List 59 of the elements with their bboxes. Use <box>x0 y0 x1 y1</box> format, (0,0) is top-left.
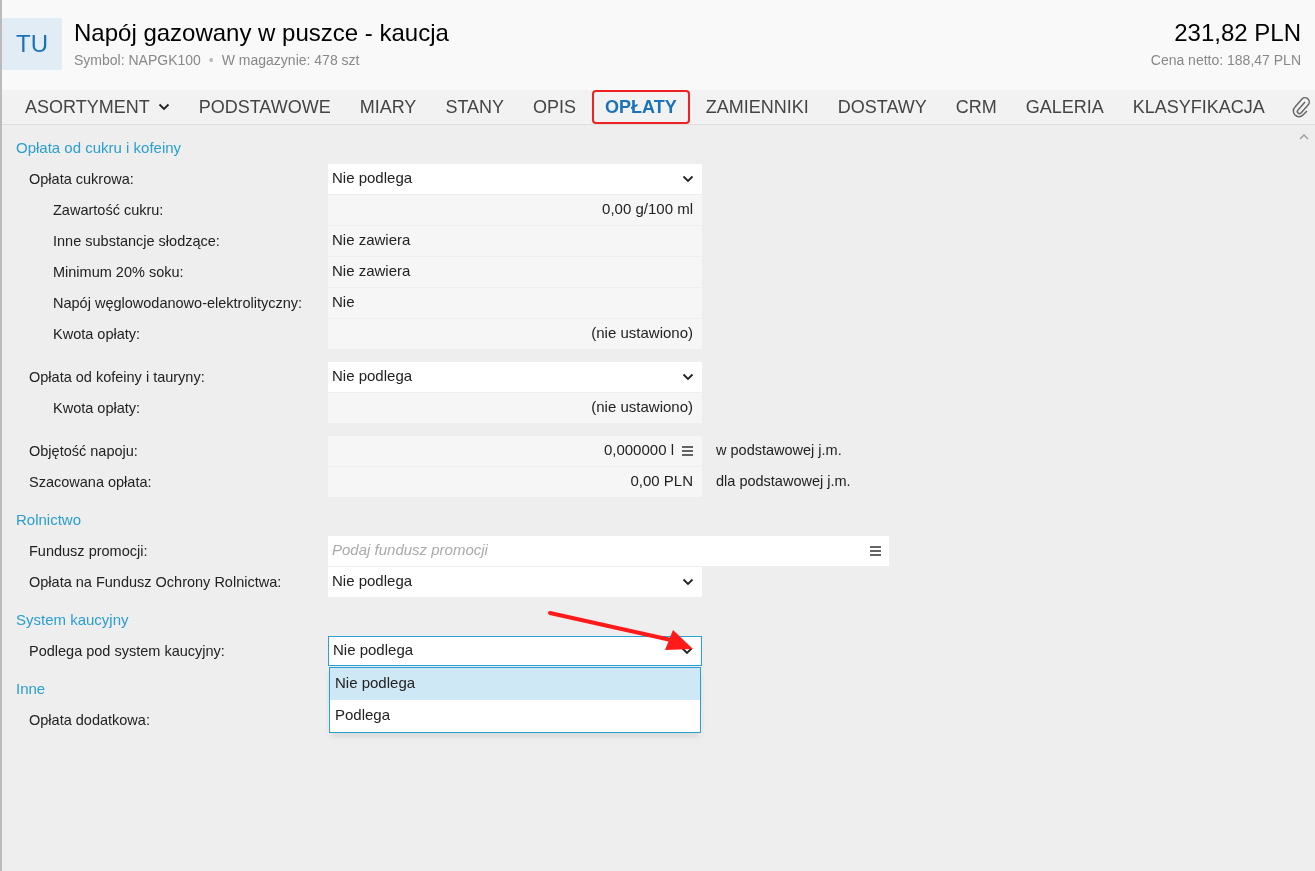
chevron-down-icon <box>681 646 693 655</box>
tab[interactable]: KLASYFIKACJA <box>1119 90 1278 124</box>
field-label: Opłata dodatkowa: <box>29 711 150 728</box>
section-heading: Inne <box>16 678 46 699</box>
stock-count: W magazynie: 478 szt <box>221 51 360 70</box>
avatar-tile: TU <box>2 18 62 70</box>
menu-icon[interactable] <box>682 445 693 456</box>
field-label: Szacowana opłata: <box>29 473 152 490</box>
section-heading: Opłata od cukru i kofeiny <box>16 137 182 158</box>
dropdown-option[interactable]: Nie podlega <box>330 667 700 700</box>
field-value: Nie zawiera <box>332 261 411 282</box>
field-label: Objętość napoju: <box>29 442 138 459</box>
field-label: Opłata od kofeiny i tauryny: <box>29 368 205 385</box>
field-label: Kwota opłaty: <box>53 325 141 342</box>
field-label: Inne substancje słodzące: <box>53 232 220 249</box>
select-field[interactable]: Nie podlega <box>328 635 702 666</box>
unit-note: w podstawowej j.m. <box>716 440 842 460</box>
select-field[interactable]: Nie podlega <box>328 361 702 392</box>
unit-note: dla podstawowej j.m. <box>716 471 851 491</box>
separator-dot: • <box>208 51 214 70</box>
tab[interactable]: GALERIA <box>1012 90 1117 124</box>
field-value: Nie zawiera <box>332 230 411 251</box>
net-price: Cena netto: 188,47 PLN <box>1150 51 1301 70</box>
chevron-down-icon <box>682 372 694 381</box>
select-field[interactable]: Nie podlega <box>328 566 702 597</box>
dropdown-option[interactable]: Podlega <box>330 699 700 732</box>
tab[interactable]: CRM <box>942 90 1010 124</box>
paperclip-icon[interactable] <box>1290 96 1311 118</box>
product-symbol: Symbol: NAPGK100 <box>74 51 201 70</box>
field-label: Minimum 20% soku: <box>53 263 184 280</box>
tab[interactable]: ZAMIENNIKI <box>692 90 822 124</box>
tab[interactable]: PODSTAWOWE <box>185 90 344 124</box>
tab[interactable]: MIARY <box>346 90 430 124</box>
product-title: Napój gazowany w puszce - kaucja <box>74 18 449 48</box>
gross-price: 231,82 PLN <box>1174 18 1301 48</box>
field-value: Nie <box>332 292 355 313</box>
chevron-down-icon <box>682 174 694 183</box>
tab[interactable]: ASORTYMENT <box>12 90 183 124</box>
tab[interactable]: DOSTAWY <box>824 90 940 124</box>
field-value: (nie ustawiono) <box>591 397 693 418</box>
field-label: Podlega pod system kaucyjny: <box>29 642 225 659</box>
field-label: Fundusz promocji: <box>29 542 148 559</box>
select-field[interactable]: Nie podlega <box>328 163 702 194</box>
section-heading: System kaucyjny <box>16 609 129 630</box>
tab[interactable]: STANY <box>432 90 518 124</box>
field-value: (nie ustawiono) <box>591 323 693 344</box>
tab[interactable]: OPŁATY <box>592 90 690 124</box>
field-label: Zawartość cukru: <box>53 201 164 218</box>
field-label: Opłata na Fundusz Ochrony Rolnictwa: <box>29 573 282 590</box>
chevron-down-icon <box>682 577 694 586</box>
field-value: 0,00 g/100 ml <box>602 199 693 220</box>
field-value: 0,00 PLN <box>630 471 693 492</box>
field-label: Opłata cukrowa: <box>29 170 134 187</box>
section-heading: Rolnictwo <box>16 509 82 530</box>
menu-icon[interactable] <box>870 545 881 556</box>
field-value: 0,000000 l <box>603 440 674 461</box>
field-label: Kwota opłaty: <box>53 399 141 416</box>
field-label: Napój węglowodanowo-elektrolityczny: <box>53 294 303 311</box>
tab[interactable]: OPIS <box>520 90 590 124</box>
